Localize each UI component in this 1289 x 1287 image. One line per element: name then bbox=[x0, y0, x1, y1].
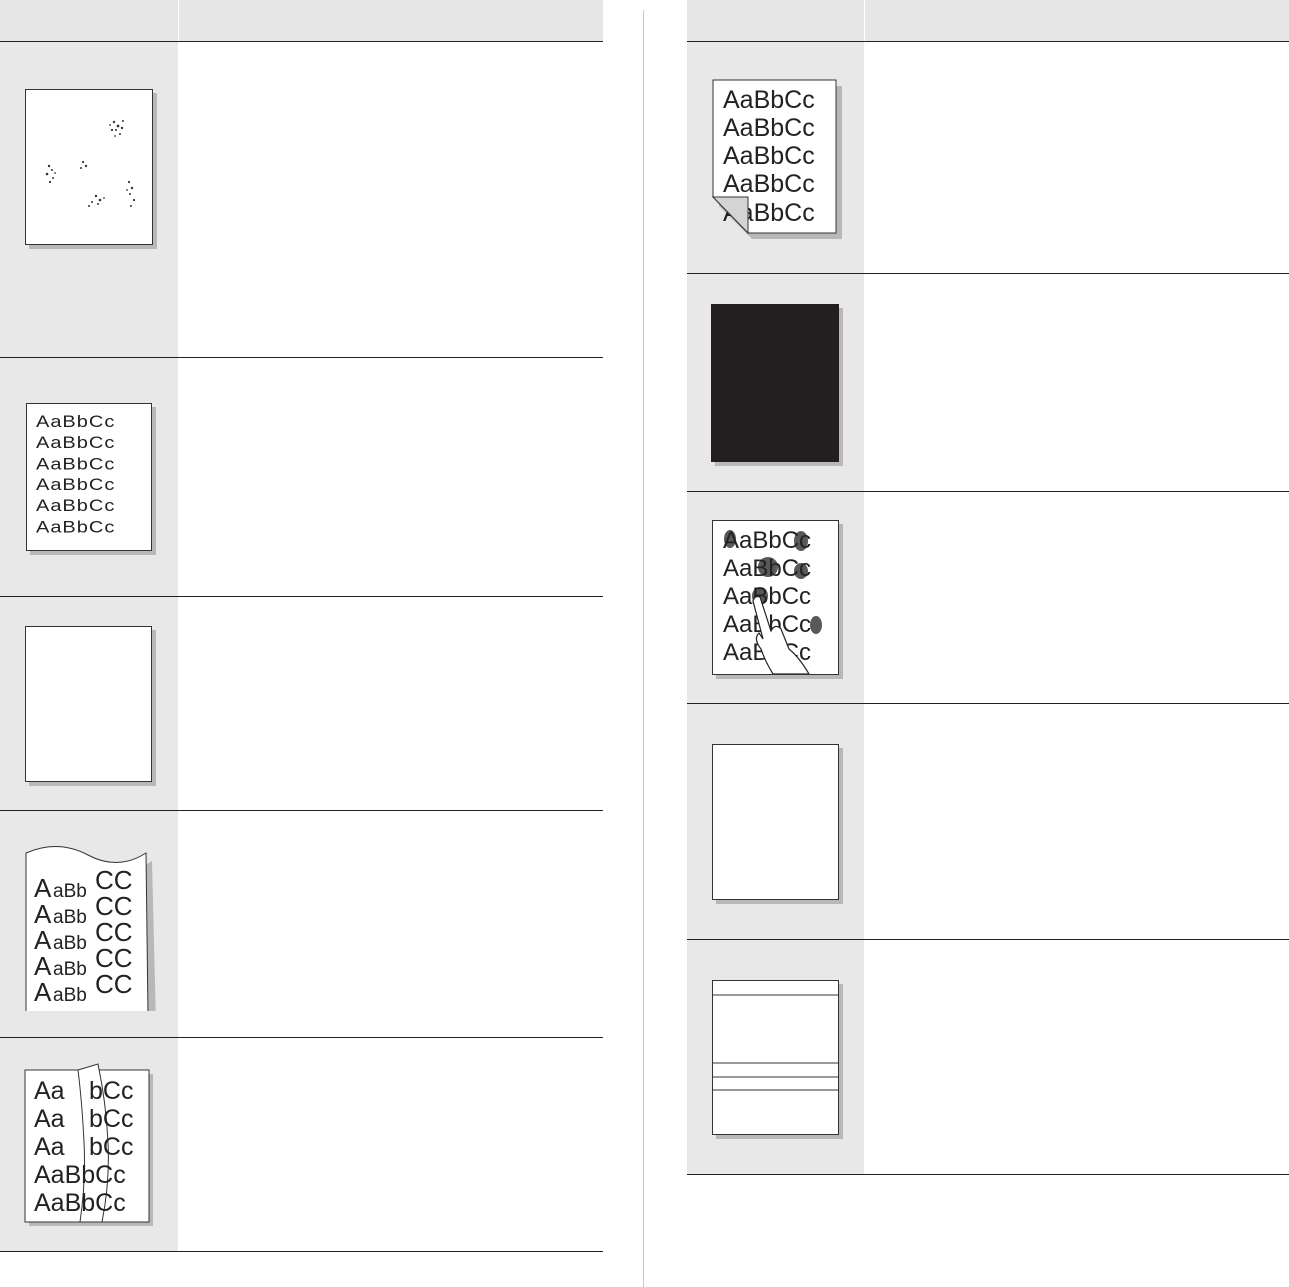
description-cell bbox=[864, 939, 1289, 1175]
svg-text:Aa: Aa bbox=[34, 1105, 65, 1133]
description-cell bbox=[178, 357, 603, 597]
sample-text-line: AaBbCc bbox=[723, 86, 815, 114]
illustration-cell: AaBbCc AaBbCc AaBbCc AaBbCc AaBbCc bbox=[687, 491, 865, 704]
table-row bbox=[0, 41, 603, 358]
blank-page bbox=[25, 625, 153, 782]
sample-text-line: AaBbCc bbox=[36, 517, 115, 536]
sample-text-line: AaBbCc bbox=[34, 1161, 126, 1189]
smudged-toner-page: AaBbCc AaBbCc AaBbCc AaBbCc AaBbCc bbox=[711, 520, 839, 675]
table-row bbox=[0, 596, 603, 811]
table-row bbox=[687, 939, 1289, 1175]
svg-text:aBb: aBb bbox=[53, 985, 87, 1006]
horizontal-lines-page bbox=[711, 979, 839, 1135]
sample-text-line: AaBbCc bbox=[36, 411, 115, 430]
svg-text:aBb: aBb bbox=[53, 959, 87, 980]
illustration-cell bbox=[0, 596, 179, 811]
description-cell bbox=[864, 273, 1289, 492]
creased-paper-page: Aa bCc Aa bCc Aa bCc AaBbCc AaBbCc bbox=[24, 1062, 153, 1226]
table-row: AaBbCc AaBbCc AaBbCc AaBbCc AaBbCc bbox=[687, 41, 1289, 274]
sample-text-line: AaBbCc bbox=[723, 170, 815, 198]
description-cell bbox=[864, 703, 1289, 940]
table-row: Aa bCc Aa bCc Aa bCc AaBbCc AaBbCc bbox=[0, 1037, 603, 1252]
column-divider bbox=[643, 10, 644, 1287]
sample-text-line: AaBbCc bbox=[36, 433, 115, 452]
svg-text:bCc: bCc bbox=[89, 1077, 133, 1105]
description-cell bbox=[864, 41, 1289, 274]
illustration-cell bbox=[0, 41, 179, 358]
sample-text-line: AaBbCc bbox=[36, 474, 115, 493]
description-cell bbox=[178, 1037, 603, 1252]
curled-paper-page: A aBb CC A aBb CC A aBb CC A aBb CC A aB… bbox=[25, 845, 156, 1031]
left-table: AaBbCc AaBbCc AaBbCc AaBbCc AaBbCc AaBbC… bbox=[0, 0, 603, 1252]
sample-text-line: AaBbCc bbox=[36, 454, 115, 473]
svg-text:aBb: aBb bbox=[53, 881, 87, 902]
svg-text:Aa: Aa bbox=[34, 1077, 65, 1105]
description-cell bbox=[178, 41, 603, 358]
svg-text:CC: CC bbox=[95, 969, 133, 999]
illustration-cell bbox=[687, 939, 865, 1175]
description-cell bbox=[864, 491, 1289, 704]
solid-black-page bbox=[711, 303, 840, 462]
table-row bbox=[687, 703, 1289, 940]
sample-text-line: AaBbCc bbox=[36, 496, 115, 515]
left-header-col2 bbox=[178, 0, 603, 42]
svg-text:bCc: bCc bbox=[89, 1133, 133, 1161]
svg-text:aBb: aBb bbox=[53, 907, 87, 928]
faded-text-page: AaBbCc AaBbCc AaBbCc AaBbCc AaBbCc AaBbC… bbox=[25, 403, 152, 551]
left-header-col1 bbox=[0, 0, 179, 42]
svg-text:bCc: bCc bbox=[89, 1105, 133, 1133]
table-row: AaBbCc AaBbCc AaBbCc AaBbCc AaBbCc bbox=[687, 491, 1289, 704]
sample-text-line: AaBbCc bbox=[34, 1189, 126, 1217]
illustration-cell: AaBbCc AaBbCc AaBbCc AaBbCc AaBbCc bbox=[687, 41, 865, 274]
sample-text-line: AaBbCc bbox=[723, 142, 815, 170]
right-table: AaBbCc AaBbCc AaBbCc AaBbCc AaBbCc AaBbC… bbox=[687, 0, 1289, 1175]
svg-text:A: A bbox=[34, 977, 52, 1007]
right-table-header bbox=[687, 0, 1289, 42]
illustration-cell bbox=[687, 703, 865, 940]
description-cell bbox=[178, 596, 603, 811]
svg-text:aBb: aBb bbox=[53, 933, 87, 954]
right-header-col2 bbox=[864, 0, 1289, 42]
svg-text:Aa: Aa bbox=[34, 1133, 65, 1161]
table-row: AaBbCc AaBbCc AaBbCc AaBbCc AaBbCc AaBbC… bbox=[0, 357, 603, 597]
left-table-header bbox=[0, 0, 603, 42]
illustration-cell: A aBb CC A aBb CC A aBb CC A aBb CC A aB… bbox=[0, 810, 179, 1038]
illustration-cell: AaBbCc AaBbCc AaBbCc AaBbCc AaBbCc AaBbC… bbox=[0, 357, 179, 597]
illustration-cell: Aa bCc Aa bCc Aa bCc AaBbCc AaBbCc bbox=[0, 1037, 179, 1252]
table-row bbox=[687, 273, 1289, 492]
scattered-toner-spots-page bbox=[24, 88, 153, 245]
sample-text-line: AaBbCc bbox=[723, 114, 815, 142]
table-row: A aBb CC A aBb CC A aBb CC A aBb CC A aB… bbox=[0, 810, 603, 1038]
folded-corner-page: AaBbCc AaBbCc AaBbCc AaBbCc AaBbCc bbox=[712, 79, 844, 240]
blank-page bbox=[711, 743, 839, 900]
description-cell bbox=[178, 810, 603, 1038]
right-header-col1 bbox=[687, 0, 865, 42]
illustration-cell bbox=[687, 273, 865, 492]
